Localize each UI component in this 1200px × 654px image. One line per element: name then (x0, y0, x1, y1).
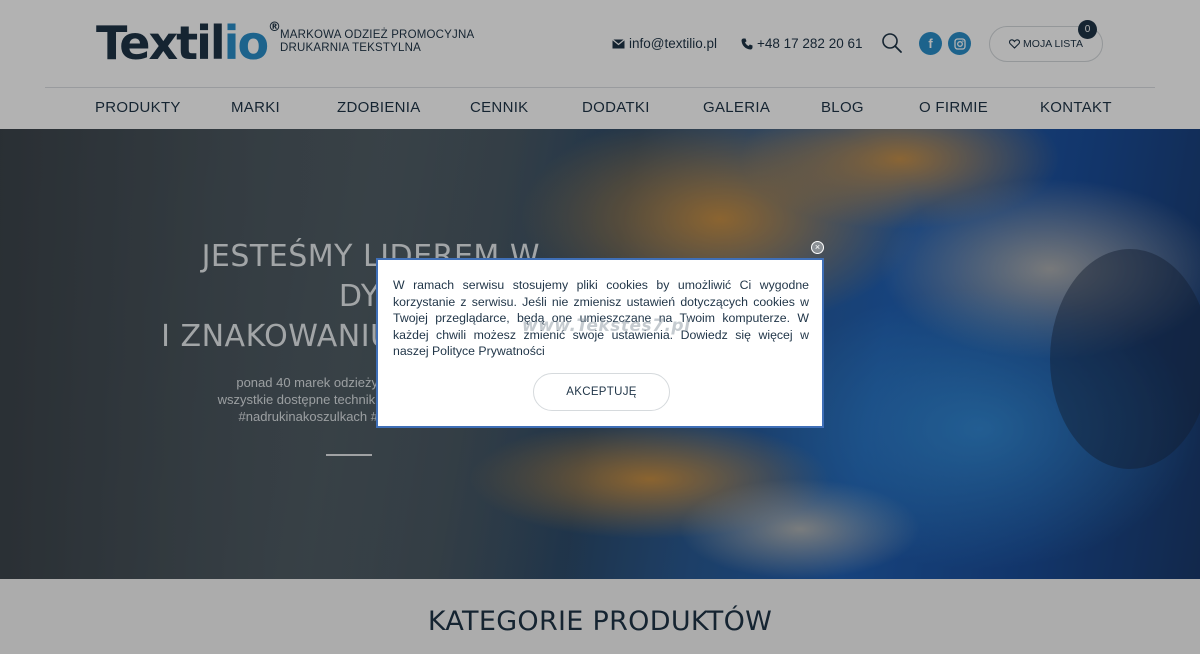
accept-cookies-button[interactable]: AKCEPTUJĘ (533, 373, 670, 411)
cookie-dialog: W ramach serwisu stosujemy pliki cookies… (376, 258, 824, 428)
close-dialog-button[interactable]: × (811, 241, 824, 254)
watermark: www.Tekstes7.pl (522, 316, 691, 336)
